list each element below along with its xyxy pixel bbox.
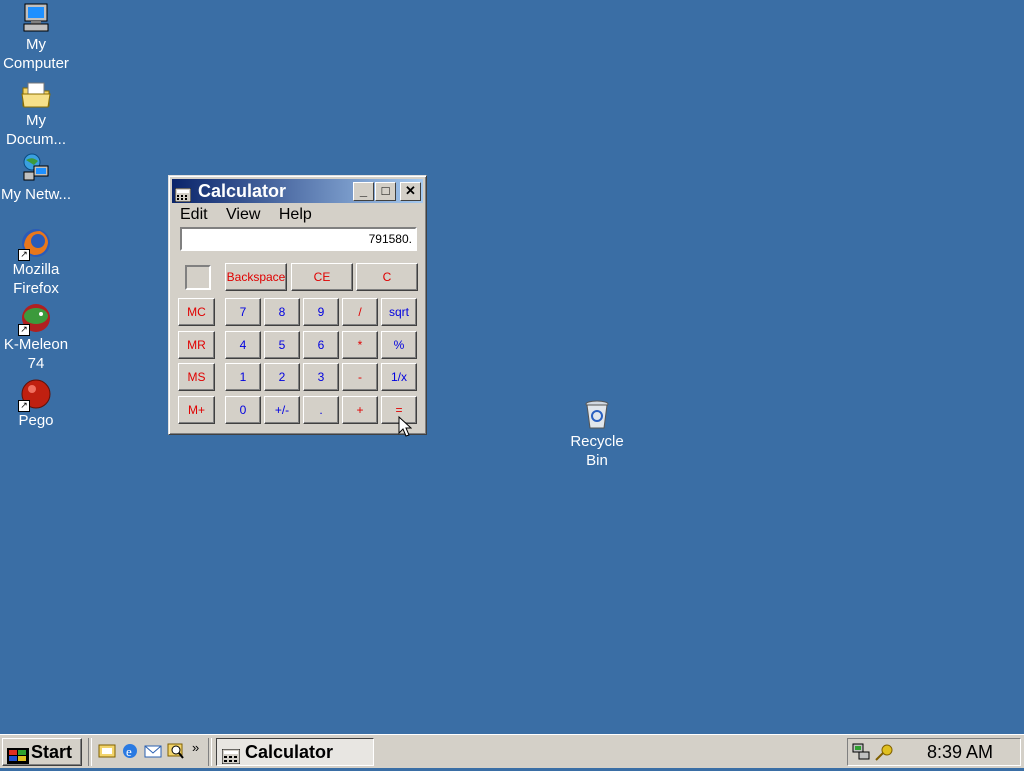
desktop-icon-pego[interactable]: ↗ Pego	[0, 378, 74, 430]
key-tray-icon[interactable]	[874, 743, 894, 761]
subtract-button[interactable]: -	[342, 363, 378, 391]
sign-toggle-button[interactable]: +/-	[264, 396, 300, 424]
digit-3-button[interactable]: 3	[303, 363, 339, 391]
k-meleon-icon: ↗	[18, 302, 52, 336]
title-bar[interactable]: Calculator _ □ ✕	[172, 179, 423, 203]
calculator-window[interactable]: Calculator _ □ ✕ Edit View Help 791580. …	[168, 175, 427, 435]
window-title: Calculator	[198, 181, 287, 201]
clear-button[interactable]: C	[356, 263, 418, 291]
network-tray-icon[interactable]	[852, 743, 872, 761]
taskbar-button-label: Calculator	[245, 742, 334, 762]
divide-button[interactable]: /	[342, 298, 378, 326]
desktop-icon-label: K-Meleon 74	[3, 336, 69, 372]
windows-logo-icon	[7, 745, 29, 764]
sqrt-button[interactable]: sqrt	[381, 298, 417, 326]
desktop-icon-my-network[interactable]: My Netw...	[0, 152, 74, 204]
computer-icon	[20, 2, 52, 34]
digit-1-button[interactable]: 1	[225, 363, 261, 391]
network-icon	[20, 152, 52, 184]
reciprocal-button[interactable]: 1/x	[381, 363, 417, 391]
digit-2-button[interactable]: 2	[264, 363, 300, 391]
mouse-pointer-icon	[398, 416, 412, 437]
desktop-icon-recycle-bin[interactable]: Recycle Bin	[559, 399, 635, 470]
clock[interactable]: 8:39 AM	[927, 739, 993, 765]
percent-button[interactable]: %	[381, 331, 417, 359]
desktop-icon-label: Pego	[18, 412, 54, 429]
firefox-icon: ↗	[18, 227, 52, 261]
decimal-button[interactable]: .	[303, 396, 339, 424]
maximize-button[interactable]: □	[375, 182, 396, 201]
menu-bar: Edit View Help	[173, 205, 319, 225]
svg-text:e: e	[126, 744, 132, 759]
minimize-button[interactable]: _	[353, 182, 374, 201]
digit-8-button[interactable]: 8	[264, 298, 300, 326]
desktop-icon-label: My Docum...	[5, 112, 66, 148]
outlook-icon[interactable]	[144, 742, 162, 760]
digit-6-button[interactable]: 6	[303, 331, 339, 359]
desktop-icon-k-meleon[interactable]: ↗ K-Meleon 74	[0, 302, 74, 373]
taskbar-button-calculator[interactable]: Calculator	[216, 738, 374, 766]
desktop-icon-label: Mozilla Firefox	[12, 261, 60, 297]
digit-0-button[interactable]: 0	[225, 396, 261, 424]
multiply-button[interactable]: *	[342, 331, 378, 359]
add-button[interactable]: +	[342, 396, 378, 424]
folder-icon	[20, 78, 52, 110]
digit-7-button[interactable]: 7	[225, 298, 261, 326]
digit-4-button[interactable]: 4	[225, 331, 261, 359]
memory-indicator	[185, 265, 211, 290]
close-button[interactable]: ✕	[400, 182, 421, 201]
show-desktop-icon[interactable]	[98, 742, 116, 760]
m-plus-button[interactable]: M+	[178, 396, 215, 424]
shortcut-arrow-icon: ↗	[18, 249, 30, 261]
taskbar: Start e » Calculator 8:39 AM	[0, 734, 1024, 768]
calculator-icon	[221, 745, 241, 765]
mr-button[interactable]: MR	[178, 331, 215, 359]
menu-view[interactable]: View	[226, 206, 260, 223]
desktop-icon-firefox[interactable]: ↗ Mozilla Firefox	[0, 227, 74, 298]
desktop-icon-my-documents[interactable]: My Docum...	[0, 78, 74, 149]
system-tray: 8:39 AM	[847, 738, 1021, 766]
shortcut-arrow-icon: ↗	[18, 400, 30, 412]
digit-5-button[interactable]: 5	[264, 331, 300, 359]
taskbar-divider	[208, 738, 212, 766]
desktop-icon-label: Recycle Bin	[570, 433, 624, 469]
desktop-icon-label: My Netw...	[0, 186, 71, 203]
start-label: Start	[31, 742, 73, 762]
pego-icon: ↗	[18, 378, 52, 412]
desktop: My Computer My Docum... My Netw... ↗ Moz…	[0, 0, 1024, 734]
taskbar-divider	[88, 738, 92, 766]
calculator-icon	[174, 184, 192, 203]
desktop-icon-my-computer[interactable]: My Computer	[0, 2, 74, 73]
menu-edit[interactable]: Edit	[180, 206, 208, 223]
mc-button[interactable]: MC	[178, 298, 215, 326]
quick-launch-more-button[interactable]: »	[192, 740, 199, 755]
search-icon[interactable]	[167, 742, 185, 760]
menu-help[interactable]: Help	[279, 206, 312, 223]
ie-icon[interactable]: e	[121, 742, 139, 760]
digit-9-button[interactable]: 9	[303, 298, 339, 326]
shortcut-arrow-icon: ↗	[18, 324, 30, 336]
start-button[interactable]: Start	[2, 738, 82, 766]
ms-button[interactable]: MS	[178, 363, 215, 391]
recycle-bin-icon	[581, 399, 613, 431]
backspace-button[interactable]: Backspace	[225, 263, 287, 291]
calculator-display: 791580.	[180, 227, 417, 251]
ce-button[interactable]: CE	[291, 263, 353, 291]
desktop-icon-label: My Computer	[3, 36, 69, 72]
